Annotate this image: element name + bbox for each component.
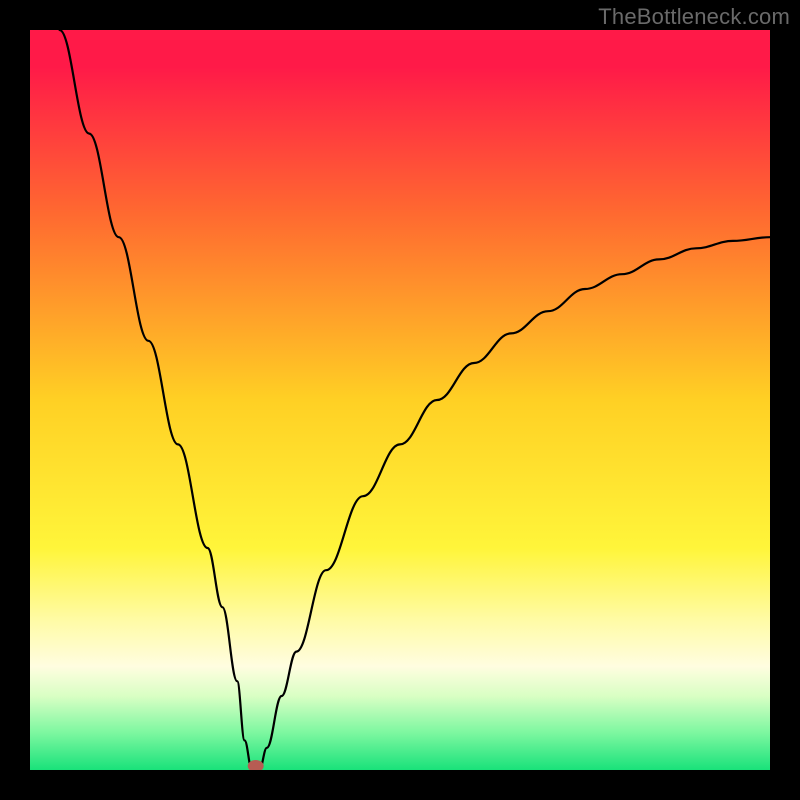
- chart-svg: [30, 30, 770, 770]
- chart-frame: TheBottleneck.com: [0, 0, 800, 800]
- gradient-background: [30, 30, 770, 770]
- watermark-text: TheBottleneck.com: [598, 4, 790, 30]
- plot-area: [30, 30, 770, 770]
